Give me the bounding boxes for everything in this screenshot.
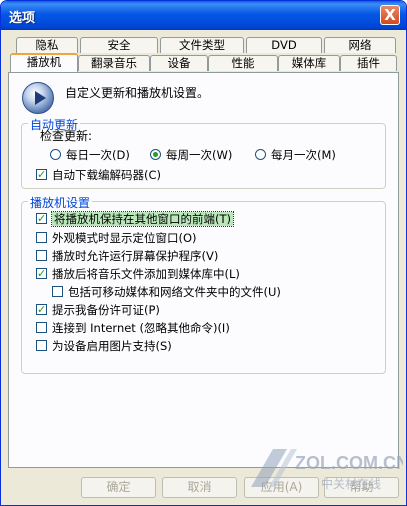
window-title: 选项: [9, 11, 36, 26]
tab-security[interactable]: 安全: [80, 37, 158, 53]
player-settings-title: 播放机设置: [28, 194, 93, 211]
codec-checkbox[interactable]: [36, 167, 47, 182]
setting-label: 外观模式时显示定位窗口(O): [52, 231, 197, 245]
radio-daily-label: 每日一次(D): [66, 148, 130, 162]
check-update-label: 检查更新:: [40, 129, 93, 143]
codec-checkbox-row[interactable]: 自动下载编解码器(C): [36, 167, 162, 183]
setting-removable-media[interactable]: 包括可移动媒体和网络文件夹中的文件(U): [52, 285, 281, 300]
intro-text: 自定义更新和播放机设置。: [65, 86, 210, 100]
player-tab-panel: 自定义更新和播放机设置。 自动更新 检查更新: 每日一次(D) 每周一次(W) …: [8, 72, 399, 468]
tab-strip: 隐私 安全 文件类型 DVD 网络 播放机 翻录音乐 设备 性能 媒体库 插件: [8, 37, 399, 73]
cancel-button[interactable]: 取消: [162, 477, 237, 498]
watermark-text: ZOL.COM.CN: [295, 453, 403, 473]
play-icon: [35, 91, 46, 105]
setting-add-to-library[interactable]: 播放后将音乐文件添加到媒体库中(L): [36, 266, 240, 282]
setting-label: 连接到 Internet (忽略其他命令)(I): [52, 321, 230, 335]
setting-label: 提示我备份许可证(P): [52, 303, 160, 317]
title-bar[interactable]: 选项 X: [1, 1, 406, 30]
ok-button[interactable]: 确定: [81, 477, 156, 498]
tab-library[interactable]: 媒体库: [278, 55, 340, 71]
setting-checkbox[interactable]: [36, 250, 47, 261]
tab-privacy[interactable]: 隐私: [16, 37, 78, 53]
player-settings-group: 播放机设置 将播放机保持在其他窗口的前端(T) 外观模式时显示定位窗口(O) 播…: [21, 194, 386, 374]
tab-file-types[interactable]: 文件类型: [160, 37, 244, 53]
tab-dvd[interactable]: DVD: [246, 37, 322, 53]
setting-label: 播放时允许运行屏幕保护程序(V): [52, 249, 219, 263]
setting-label: 将播放机保持在其他窗口的前端(T): [51, 211, 234, 227]
setting-always-on-top[interactable]: 将播放机保持在其他窗口的前端(T): [36, 211, 234, 227]
setting-checkbox[interactable]: [36, 302, 47, 317]
options-dialog: 选项 X 隐私 安全 文件类型 DVD 网络 播放机 翻录音乐 设备 性能 媒体…: [0, 0, 407, 506]
tab-player[interactable]: 播放机: [10, 53, 78, 72]
setting-checkbox[interactable]: [36, 232, 47, 243]
setting-label: 包括可移动媒体和网络文件夹中的文件(U): [68, 285, 281, 299]
radio-weekly-label: 每周一次(W): [166, 148, 233, 162]
media-player-icon: [22, 82, 54, 114]
setting-checkbox[interactable]: [36, 322, 47, 333]
setting-checkbox[interactable]: [36, 340, 47, 351]
setting-checkbox[interactable]: [52, 286, 63, 297]
setting-connect-internet[interactable]: 连接到 Internet (忽略其他命令)(I): [36, 321, 230, 336]
radio-weekly[interactable]: 每周一次(W): [150, 148, 232, 163]
radio-weekly-button[interactable]: [150, 149, 161, 160]
setting-checkbox[interactable]: [36, 266, 47, 281]
setting-picture-support[interactable]: 为设备启用图片支持(S): [36, 339, 172, 354]
tab-rip-music[interactable]: 翻录音乐: [78, 55, 150, 71]
radio-monthly-label: 每月一次(M): [271, 148, 336, 162]
zol-watermark-logo: ZOL.COM.CN 中关村在线: [251, 449, 403, 491]
tab-performance[interactable]: 性能: [208, 55, 278, 71]
codec-label: 自动下载编解码器(C): [52, 168, 162, 182]
radio-daily[interactable]: 每日一次(D): [50, 148, 130, 163]
tab-network[interactable]: 网络: [324, 37, 396, 53]
radio-daily-button[interactable]: [50, 149, 61, 160]
setting-label: 为设备启用图片支持(S): [52, 339, 172, 353]
setting-backup-license[interactable]: 提示我备份许可证(P): [36, 302, 160, 318]
radio-monthly-button[interactable]: [255, 149, 266, 160]
auto-update-group: 自动更新 检查更新: 每日一次(D) 每周一次(W) 每月一次(M) 自动下载编…: [21, 116, 386, 189]
close-button[interactable]: X: [380, 5, 400, 25]
setting-checkbox[interactable]: [36, 211, 47, 226]
tab-plugins[interactable]: 插件: [340, 55, 397, 71]
watermark-subtext: 中关村在线: [321, 476, 381, 491]
tab-devices[interactable]: 设备: [150, 55, 208, 71]
radio-monthly[interactable]: 每月一次(M): [255, 148, 336, 163]
setting-screensaver[interactable]: 播放时允许运行屏幕保护程序(V): [36, 249, 218, 264]
setting-skin-anchor[interactable]: 外观模式时显示定位窗口(O): [36, 231, 197, 246]
setting-label: 播放后将音乐文件添加到媒体库中(L): [52, 267, 240, 281]
